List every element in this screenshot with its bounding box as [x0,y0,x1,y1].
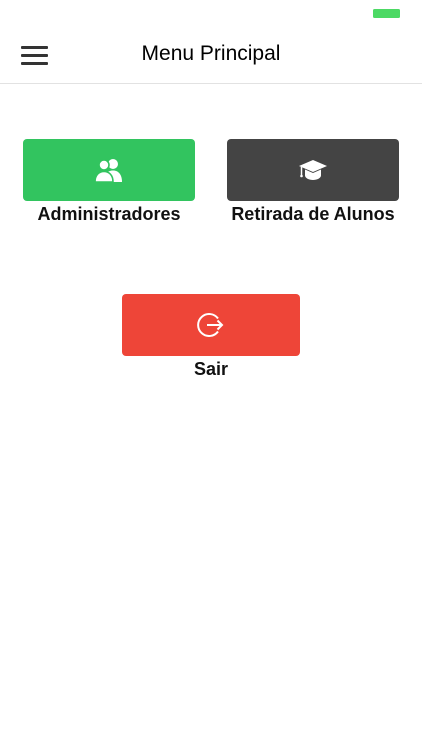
administradores-label: Administradores [37,204,181,224]
graduation-cap-icon [299,160,327,180]
battery-icon [373,9,400,18]
logout-icon [197,313,224,337]
status-bar [0,0,422,28]
navigation-bar: Menu Principal [0,28,422,84]
retirada-de-alunos-label: Retirada de Alunos [231,204,395,224]
administradores-button[interactable] [23,139,195,201]
page-title: Menu Principal [141,42,281,65]
users-icon [94,159,122,183]
sair-button[interactable] [122,294,300,356]
sair-label: Sair [193,359,229,379]
retirada-de-alunos-button[interactable] [227,139,399,201]
